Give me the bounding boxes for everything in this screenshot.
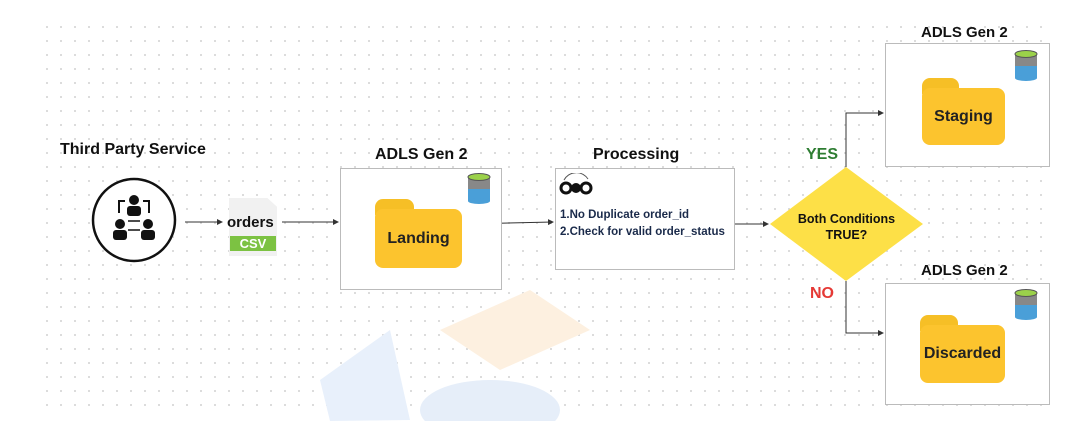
folder-label: Staging [922,88,1005,145]
file-name: orders [227,214,274,231]
diagram-canvas: Third Party Service orders CSV ADLS Gen … [0,0,1085,421]
discarded-folder[interactable]: Discarded [920,315,1005,383]
staging-storage-title: ADLS Gen 2 [921,24,1008,41]
database-icon [1014,50,1038,81]
landing-folder[interactable]: Landing [375,199,462,268]
folder-label: Discarded [920,325,1005,383]
gears-icon [559,173,593,195]
discarded-storage-title: ADLS Gen 2 [921,262,1008,279]
file-type-badge: CSV [230,236,276,251]
decision-label: Both Conditions TRUE? [797,212,896,242]
database-icon [1014,289,1038,320]
processing-title: Processing [593,146,680,163]
staging-folder[interactable]: Staging [922,78,1005,145]
database-icon [467,173,491,204]
landing-storage-title: ADLS Gen 2 [375,146,468,163]
yes-label: YES [806,146,839,163]
folder-label: Landing [375,209,462,268]
processing-box: 1.No Duplicate order_id 2.Check for vali… [555,168,735,270]
rule-2: 2.Check for valid order_status [560,226,725,238]
no-label: NO [810,285,834,302]
rule-1: 1.No Duplicate order_id [560,209,690,221]
source-title: Third Party Service [60,141,206,158]
people-network-icon [91,177,177,263]
